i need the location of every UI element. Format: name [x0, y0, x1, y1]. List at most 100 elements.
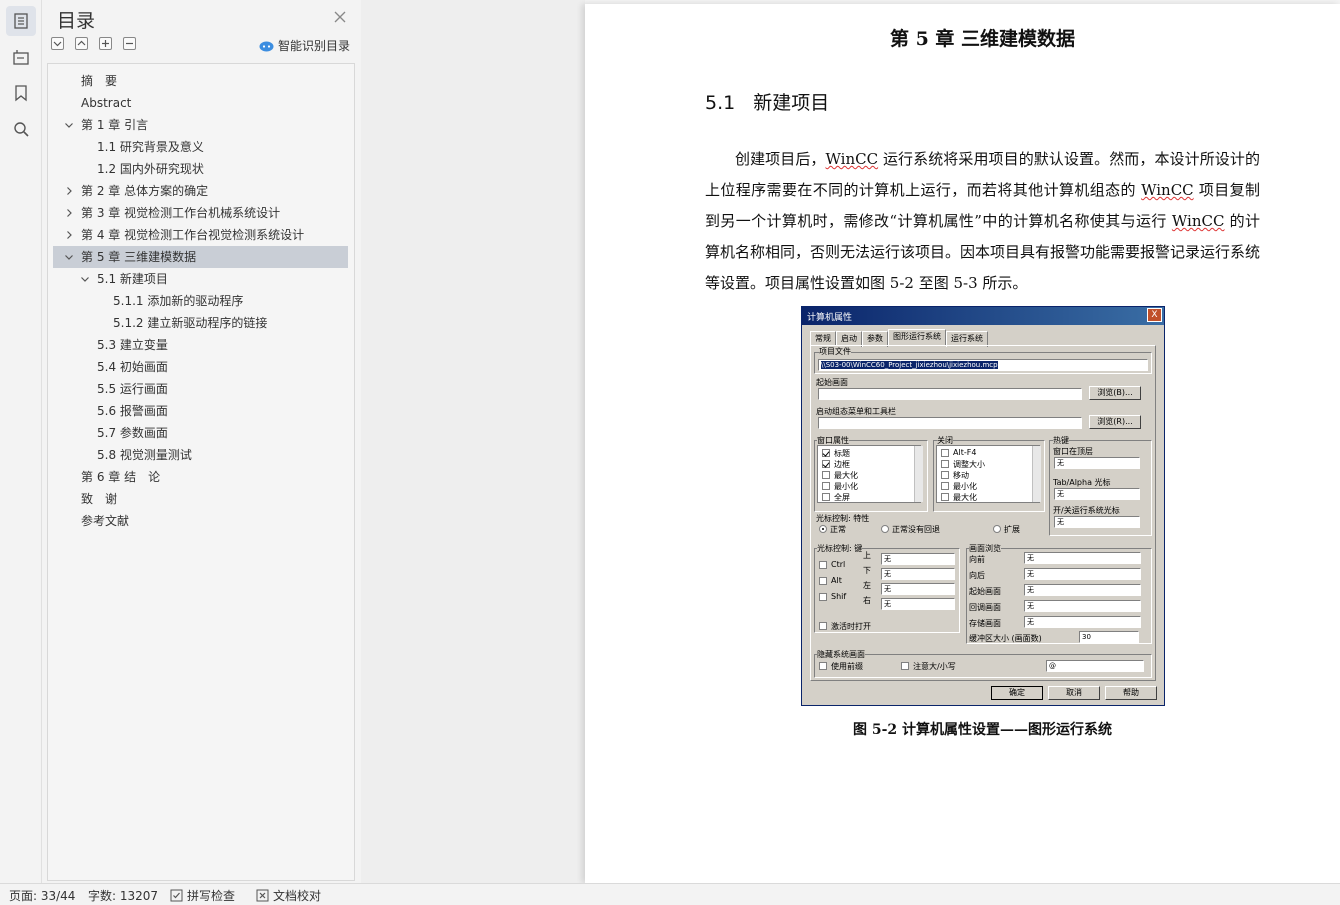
- toc-item-label: 第 4 章 视觉检测工作台视觉检测系统设计: [81, 228, 305, 242]
- remove-heading-icon[interactable]: [123, 37, 136, 50]
- chevron-down-icon[interactable]: [63, 246, 75, 268]
- hide-sys-label: 隐藏系统画面: [817, 649, 865, 660]
- window-attr-scrollbar: [914, 446, 923, 502]
- collapse-up-icon[interactable]: [75, 37, 88, 50]
- document-page: 第 5 章 三维建模数据 5.1 新建项目 创建项目后，WinCC 运行系统将采用…: [585, 4, 1340, 883]
- figure-screenshot: 计算机属性 X 常规 启动 参数 图形运行系统 运行系统 项目文件 \\S03-00\Wi…: [801, 306, 1165, 706]
- proofread-icon: [256, 889, 269, 902]
- screen-row-field: 无: [1024, 568, 1141, 580]
- smart-toc-button[interactable]: 智能识别目录: [259, 37, 350, 54]
- chevron-right-icon[interactable]: [63, 180, 75, 202]
- document-gutter: [361, 0, 585, 883]
- direction-label: 下: [863, 566, 871, 575]
- start-screen-label: 起始画面: [816, 378, 848, 387]
- toc-item[interactable]: 参考文献: [53, 510, 348, 532]
- toc-item[interactable]: 第 2 章 总体方案的确定: [53, 180, 348, 202]
- toc-item-label: 5.3 建立变量: [97, 338, 168, 352]
- checkbox-label: Alt-F4: [953, 448, 977, 457]
- toc-item[interactable]: 第 6 章 结 论: [53, 466, 348, 488]
- toc-item[interactable]: 第 5 章 三维建模数据: [53, 246, 348, 268]
- structure-icon[interactable]: [6, 42, 36, 72]
- toc-item[interactable]: 5.7 参数画面: [53, 422, 348, 444]
- close-list: Alt-F4 调整大小 移动 最小化 最大化: [936, 445, 1040, 503]
- use-prefix-label: 使用前缀: [831, 662, 863, 671]
- prefix-field: @: [1046, 660, 1144, 672]
- spell-check-icon: [170, 889, 183, 902]
- toc-title: 目录: [57, 10, 96, 32]
- toc-item-label: 5.1.1 添加新的驱动程序: [113, 294, 244, 308]
- chevron-right-icon[interactable]: [63, 202, 75, 224]
- direction-label: 左: [863, 581, 871, 590]
- toc-item[interactable]: 5.8 视觉测量测试: [53, 444, 348, 466]
- chevron-down-icon[interactable]: [63, 114, 75, 136]
- direction-field: 无: [881, 553, 955, 565]
- toc-item[interactable]: 5.1 新建项目: [53, 268, 348, 290]
- ok-button: 确定: [991, 686, 1043, 700]
- screen-row-label: 向后: [969, 571, 985, 580]
- expect-open-checkbox: [819, 622, 827, 630]
- add-heading-icon[interactable]: [99, 37, 112, 50]
- expect-open-label: 激活时打开: [831, 622, 871, 631]
- screen-row-field: 无: [1024, 616, 1141, 628]
- cursor-normal-radio: [819, 525, 827, 533]
- checkbox-label: 最大化: [834, 471, 858, 480]
- toc-item[interactable]: 5.1.2 建立新驱动程序的链接: [53, 312, 348, 334]
- search-icon[interactable]: [6, 114, 36, 144]
- tab-alpha-label: Tab/Alpha 光标: [1053, 478, 1111, 487]
- cursor-ctrl-label: 光标控制: 特性: [816, 514, 870, 523]
- toc-item[interactable]: 第 1 章 引言: [53, 114, 348, 136]
- paragraph-text: 创建项目后，: [735, 150, 826, 168]
- checkbox-label: 最大化: [953, 493, 977, 502]
- browse-button-1: 浏览(B)...: [1089, 386, 1141, 400]
- cursor-opt-2: 正常没有回退: [892, 525, 940, 534]
- toc-tree: 摘 要 Abstract 第 1 章 引言 1.1 研究背景及意义 1.2 国内外研究现…: [47, 63, 355, 881]
- proofread-button[interactable]: 文档校对: [256, 887, 321, 904]
- toc-item[interactable]: 5.6 报警画面: [53, 400, 348, 422]
- toc-item-label: 1.2 国内外研究现状: [97, 162, 204, 176]
- toc-item-label: 1.1 研究背景及意义: [97, 140, 204, 154]
- toc-item-label: 5.7 参数画面: [97, 426, 168, 440]
- hotkey-label: 热键: [1053, 435, 1069, 446]
- chevron-down-icon[interactable]: [79, 268, 91, 290]
- checkbox: [822, 460, 830, 468]
- expand-down-icon[interactable]: [51, 37, 64, 50]
- screen-row-field: 无: [1024, 600, 1141, 612]
- checkbox-label: 最小化: [834, 482, 858, 491]
- toc-item[interactable]: 致 谢: [53, 488, 348, 510]
- case-checkbox: [901, 662, 909, 670]
- toc-icon[interactable]: [6, 6, 36, 36]
- buffer-label: 缓冲区大小 (画面数): [969, 634, 1042, 643]
- screen-row-label: 向前: [969, 555, 985, 564]
- toc-item-label: 5.5 运行画面: [97, 382, 168, 396]
- screen-browse-label: 画面浏览: [969, 543, 1001, 554]
- toc-item-label: Abstract: [81, 96, 132, 110]
- page-count[interactable]: 页面: 33/44: [9, 887, 75, 904]
- toc-item[interactable]: 摘 要: [53, 70, 348, 92]
- toc-item[interactable]: 5.4 初始画面: [53, 356, 348, 378]
- chapter-heading: 第 5 章 三维建模数据: [889, 28, 1076, 50]
- checkbox-label: 边框: [834, 460, 850, 469]
- toc-item[interactable]: 第 4 章 视觉检测工作台视觉检测系统设计: [53, 224, 348, 246]
- section-number: 5.1: [705, 92, 736, 114]
- toc-item[interactable]: 5.1.1 添加新的驱动程序: [53, 290, 348, 312]
- chevron-right-icon[interactable]: [63, 224, 75, 246]
- spell-check-button[interactable]: 拼写检查: [170, 887, 235, 904]
- side-rail: [0, 0, 42, 883]
- dialog-close-icon: X: [1147, 308, 1162, 322]
- checkbox: [941, 482, 949, 490]
- checkbox-label: 标题: [834, 449, 850, 458]
- mod-key-checkbox: [819, 577, 827, 585]
- toc-item[interactable]: 第 3 章 视觉检测工作台机械系统设计: [53, 202, 348, 224]
- word-count[interactable]: 字数: 13207: [88, 887, 158, 904]
- toc-item-label: 致 谢: [81, 492, 118, 506]
- toc-item[interactable]: 1.2 国内外研究现状: [53, 158, 348, 180]
- cursor-toggle-label: 开/关运行系统光标: [1053, 506, 1120, 515]
- checkbox: [822, 482, 830, 490]
- toc-item[interactable]: 5.5 运行画面: [53, 378, 348, 400]
- toc-item[interactable]: 1.1 研究背景及意义: [53, 136, 348, 158]
- bookmark-icon[interactable]: [6, 78, 36, 108]
- status-bar: 页面: 33/44 字数: 13207 拼写检查 文档校对: [0, 883, 1340, 905]
- close-icon[interactable]: [333, 9, 347, 23]
- toc-item[interactable]: Abstract: [53, 92, 348, 114]
- toc-item[interactable]: 5.3 建立变量: [53, 334, 348, 356]
